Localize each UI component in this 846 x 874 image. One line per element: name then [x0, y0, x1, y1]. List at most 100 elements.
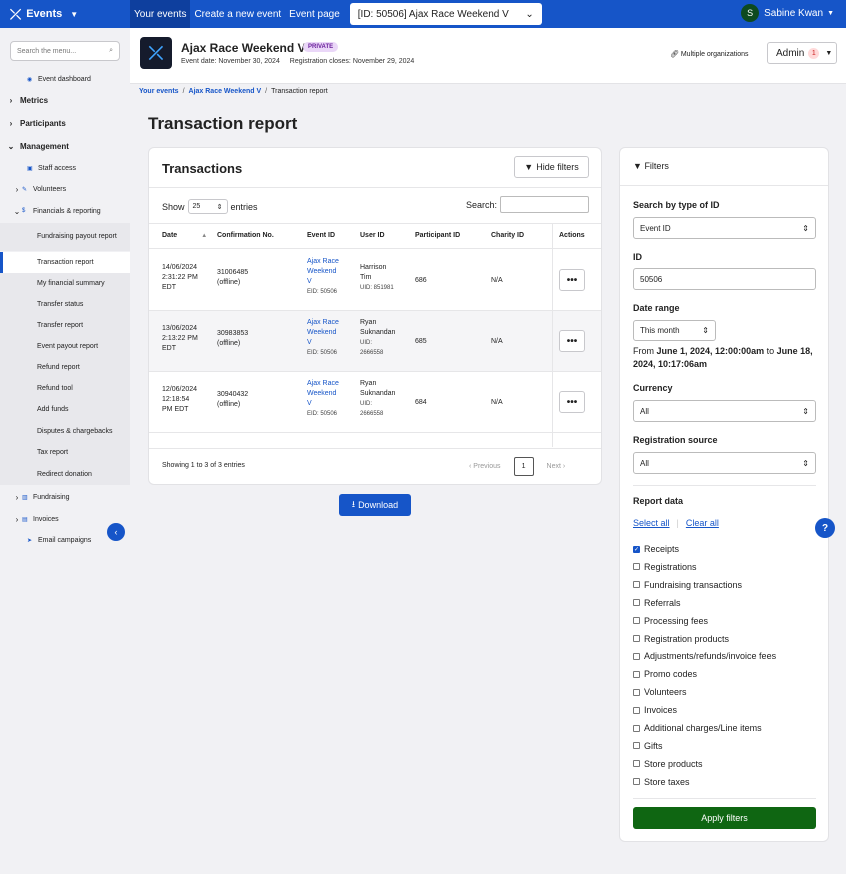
table-search-input[interactable]	[500, 196, 589, 213]
report-data-checkbox[interactable]: ✓ Receipts	[633, 544, 679, 554]
admin-dropdown[interactable]: Admin 1 ▼	[767, 42, 837, 64]
col-charity-id[interactable]: Charity ID	[491, 232, 524, 239]
sidebar-item-label: Transaction report	[37, 259, 94, 266]
event-link[interactable]: Ajax Race Weekend V	[307, 379, 339, 409]
previous-page-button[interactable]: ‹ Previous	[469, 463, 501, 470]
reg-source-select[interactable]: All ⇕	[633, 452, 816, 474]
sidebar-sub-transfer-status[interactable]: Transfer status	[0, 294, 130, 315]
checkbox-icon[interactable]	[633, 724, 640, 732]
row-actions-button[interactable]: •••	[559, 269, 585, 291]
download-button[interactable]: ⭳ Download	[339, 494, 411, 516]
row-actions-button[interactable]: •••	[559, 391, 585, 413]
select-all-link[interactable]: Select all	[633, 518, 670, 528]
col-confirmation[interactable]: Confirmation No.	[217, 232, 274, 239]
sidebar-item-financials[interactable]: ⌄ $ Financials & reporting	[0, 204, 130, 218]
col-event-id[interactable]: Event ID	[307, 232, 335, 239]
help-icon[interactable]: ?	[815, 518, 835, 538]
sidebar-sub-event-payout[interactable]: Event payout report	[0, 336, 130, 357]
clear-all-link[interactable]: Clear all	[686, 518, 719, 528]
sidebar-search-input[interactable]: Search the menu... ⌕	[10, 41, 120, 61]
events-menu[interactable]: ⤫ Events ▼	[0, 0, 130, 28]
report-data-checkbox[interactable]: Invoices	[633, 705, 677, 715]
hide-filters-button[interactable]: ▼ Hide filters	[514, 156, 589, 178]
tz-line: EDT	[162, 345, 176, 352]
sidebar-sub-add-funds[interactable]: Add funds	[0, 399, 130, 420]
currency-select[interactable]: All ⇕	[633, 400, 816, 422]
col-date[interactable]: Date ▲	[162, 232, 207, 239]
sidebar-section-management[interactable]: ⌄ Management	[0, 138, 130, 154]
breadcrumb-your-events[interactable]: Your events	[139, 88, 179, 95]
date-range-select[interactable]: This month ⇕	[633, 320, 716, 341]
report-data-checkbox[interactable]: Gifts	[633, 741, 663, 751]
multiple-organizations-link[interactable]: 🔗︎ Multiple organizations	[670, 50, 749, 58]
checkbox-icon[interactable]	[633, 688, 640, 696]
checkbox-icon[interactable]	[633, 563, 640, 571]
report-data-checkbox[interactable]: Volunteers	[633, 687, 687, 697]
sidebar-sub-refund-report[interactable]: Refund report	[0, 357, 130, 378]
cell-participant: 686	[415, 277, 427, 284]
checkbox-icon[interactable]	[633, 652, 640, 660]
row-actions-button[interactable]: •••	[559, 330, 585, 352]
report-data-checkbox[interactable]: Processing fees	[633, 616, 708, 626]
apply-filters-button[interactable]: Apply filters	[633, 807, 816, 829]
checkbox-icon[interactable]	[633, 635, 640, 642]
sidebar-sub-fundraising-payout[interactable]: Fundraising payout report	[0, 223, 130, 251]
checkbox-icon[interactable]	[633, 706, 640, 714]
sidebar-sub-refund-tool[interactable]: Refund tool	[0, 378, 130, 399]
entries-select[interactable]: 25 ⇕	[187, 199, 228, 214]
checkbox-icon[interactable]	[633, 670, 640, 678]
event-link-line: V	[307, 278, 312, 285]
nav-create-event[interactable]: Create a new event	[190, 0, 285, 28]
checkbox-icon[interactable]	[633, 599, 640, 607]
report-data-checkbox[interactable]: Referrals	[633, 598, 681, 608]
chevron-left-icon: ‹	[114, 527, 118, 537]
checkbox-icon[interactable]	[633, 617, 640, 625]
sidebar-item-volunteers[interactable]: › ✎ Volunteers	[0, 182, 130, 196]
search-type-select[interactable]: Event ID ⇕	[633, 217, 816, 239]
breadcrumb-event[interactable]: Ajax Race Weekend V	[189, 88, 262, 95]
checkbox-label: Additional charges/Line items	[644, 723, 762, 733]
report-data-checkbox[interactable]: Adjustments/refunds/invoice fees	[633, 651, 776, 661]
report-data-checkbox[interactable]: Store products	[633, 759, 703, 769]
sidebar-section-participants[interactable]: › Participants	[0, 115, 130, 131]
sidebar-item-event-dashboard[interactable]: ◉ Event dashboard	[0, 72, 130, 86]
sidebar-sub-financial-summary[interactable]: My financial summary	[0, 273, 130, 294]
event-link[interactable]: Ajax Race Weekend V	[307, 318, 339, 348]
checkbox-icon[interactable]	[633, 760, 640, 768]
next-page-button[interactable]: Next ›	[547, 463, 566, 470]
event-select[interactable]: [ID: 50506] Ajax Race Weekend V ⌄	[349, 3, 542, 25]
sidebar-sub-tax-report[interactable]: Tax report	[0, 442, 130, 463]
collapse-sidebar-button[interactable]: ‹	[107, 523, 125, 541]
report-data-checkbox[interactable]: Additional charges/Line items	[633, 723, 762, 733]
event-link[interactable]: Ajax Race Weekend V	[307, 257, 339, 287]
user-menu[interactable]: S Sabine Kwan ▼	[741, 4, 834, 22]
report-data-checkbox[interactable]: Registration products	[633, 634, 729, 644]
nav-your-events[interactable]: Your events	[130, 0, 191, 28]
nav-event-page[interactable]: Event page	[285, 0, 344, 28]
id-input[interactable]: 50506	[633, 268, 816, 290]
col-participant-id[interactable]: Participant ID	[415, 232, 460, 239]
sidebar-sub-disputes[interactable]: Disputes & chargebacks	[0, 420, 130, 442]
top-nav: Your events Create a new event Event pag…	[130, 0, 344, 28]
report-data-checkbox[interactable]: Promo codes	[633, 669, 697, 679]
sort-icon: ▲	[201, 233, 208, 239]
report-data-checkbox[interactable]: Store taxes	[633, 777, 690, 787]
sidebar-sub-transfer-report[interactable]: Transfer report	[0, 315, 130, 336]
col-user-id[interactable]: User ID	[360, 232, 385, 239]
sidebar-section-metrics[interactable]: › Metrics	[0, 92, 130, 108]
sidebar-sub-transaction-report[interactable]: Transaction report	[0, 252, 130, 273]
sidebar-sub-redirect-donation[interactable]: Redirect donation	[0, 463, 130, 485]
report-data-checkbox[interactable]: Fundraising transactions	[633, 580, 742, 590]
time-line: 2:13:22 PM	[162, 335, 198, 342]
more-icon: •••	[566, 396, 578, 408]
page-1-button[interactable]: 1	[513, 457, 534, 476]
checkbox-icon[interactable]	[633, 742, 640, 750]
sidebar-item-label: My financial summary	[37, 280, 105, 287]
sidebar-item-fundraising[interactable]: › ▥ Fundraising	[0, 490, 130, 504]
checkbox-icon[interactable]	[633, 581, 640, 589]
checkbox-checked-icon[interactable]: ✓	[633, 545, 640, 553]
user-first: Ryan	[360, 380, 377, 387]
sidebar-item-staff-access[interactable]: ▣ Staff access	[0, 161, 130, 175]
report-data-checkbox[interactable]: Registrations	[633, 562, 697, 572]
checkbox-icon[interactable]	[633, 778, 640, 786]
